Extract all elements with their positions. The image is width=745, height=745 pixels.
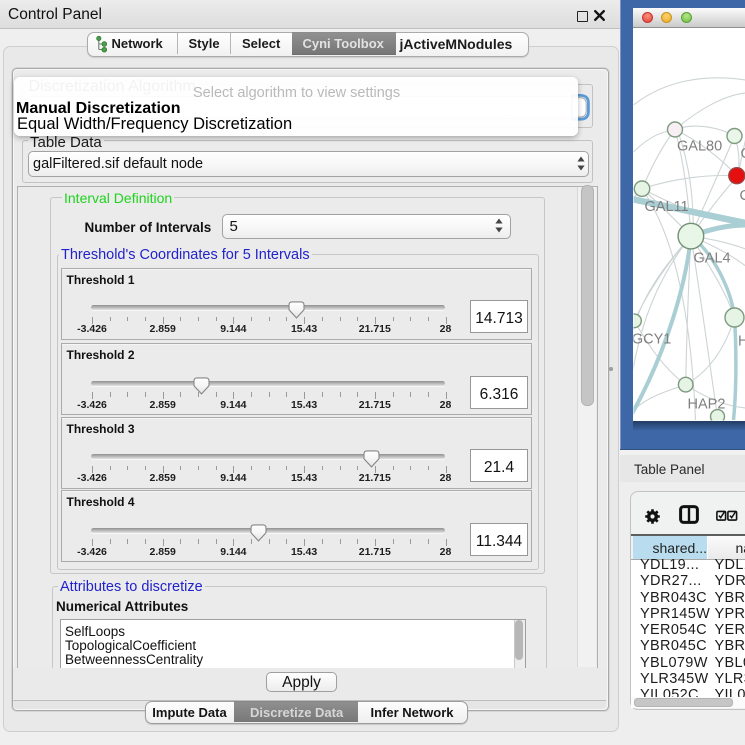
svg-text:GAL80: GAL80: [677, 139, 722, 155]
svg-text:H: H: [738, 334, 745, 350]
svg-text:GAL11: GAL11: [644, 199, 688, 215]
svg-text:C: C: [739, 188, 745, 204]
svg-text:GCY1: GCY1: [631, 332, 671, 348]
svg-text:GAL4: GAL4: [693, 251, 730, 267]
svg-text:G: G: [740, 146, 745, 162]
svg-text:HAP2: HAP2: [687, 397, 725, 413]
